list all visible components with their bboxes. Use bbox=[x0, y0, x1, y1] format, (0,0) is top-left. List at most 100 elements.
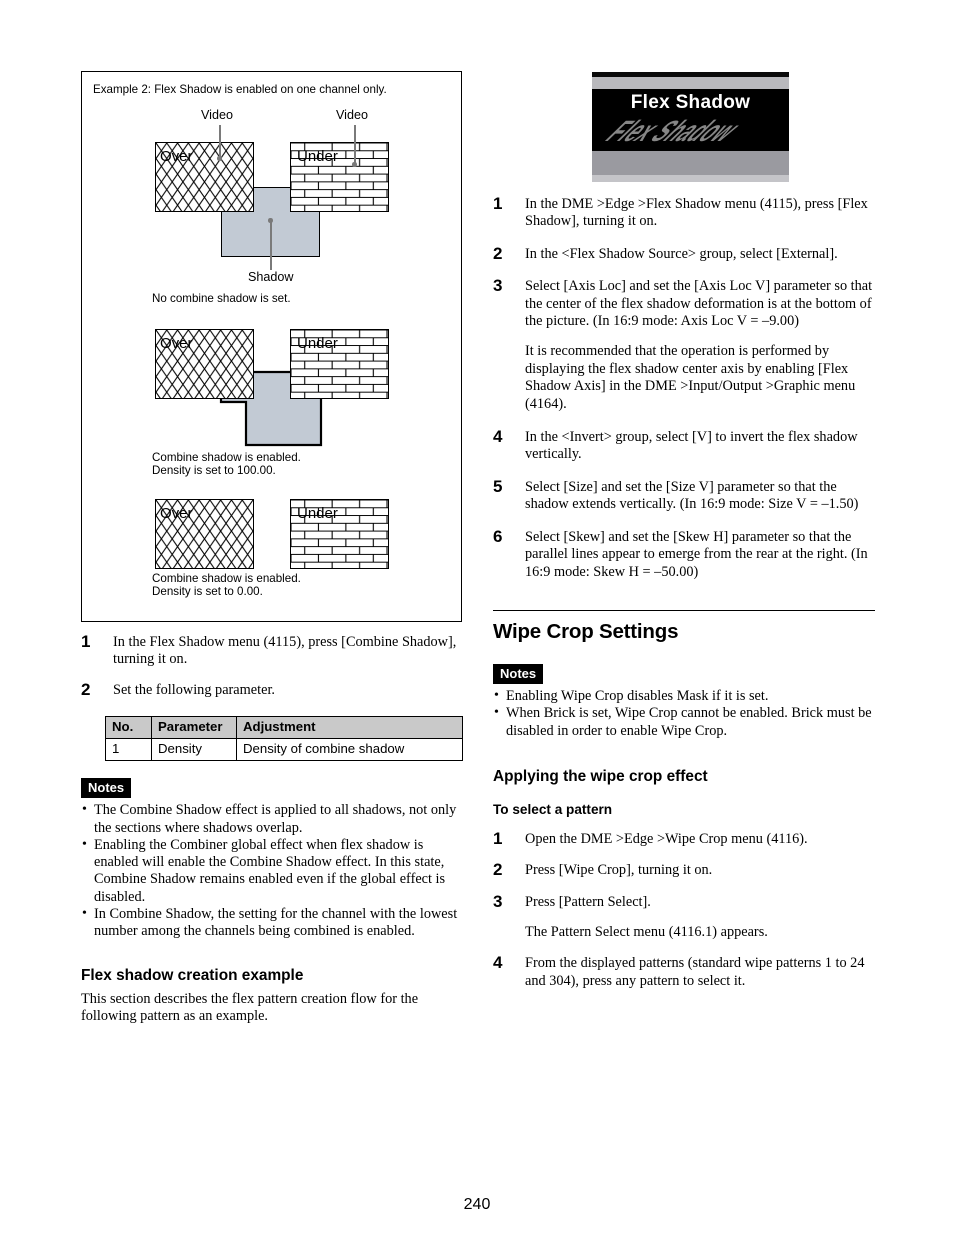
label-over-2: Over bbox=[160, 335, 193, 352]
left-column: 1 In the Flex Shadow menu (4115), press … bbox=[81, 632, 463, 1025]
cell-parameter: Density bbox=[151, 738, 237, 762]
step-paragraph: Press [Wipe Crop], turning it on. bbox=[525, 862, 713, 879]
document-page: Example 2: Flex Shadow is enabled on one… bbox=[0, 0, 954, 1244]
note-item: When Brick is set, Wipe Crop cannot be e… bbox=[493, 704, 875, 740]
heading-wipe-crop-settings: Wipe Crop Settings bbox=[493, 619, 679, 643]
step-right-2: 2 In the <Flex Shadow Source> group, sel… bbox=[493, 243, 875, 263]
label-under-2: Under bbox=[297, 335, 338, 352]
step-text: Press [Pattern Select]. The Pattern Sele… bbox=[525, 894, 875, 942]
pattern-step-4: 4 From the displayed patterns (standard … bbox=[493, 953, 875, 990]
page-number: 240 bbox=[463, 1196, 491, 1213]
step-number: 3 bbox=[493, 891, 503, 911]
step-paragraph: Select [Size] and set the [Size V] param… bbox=[525, 478, 859, 513]
flex-shadow-preview-image: Flex Shadow Flex Shadow bbox=[592, 72, 789, 182]
step-number: 1 bbox=[493, 194, 503, 213]
figure-box: Example 2: Flex Shadow is enabled on one… bbox=[81, 71, 462, 622]
step-text: From the displayed patterns (standard wi… bbox=[525, 955, 875, 990]
leader-line-video-left bbox=[219, 125, 221, 157]
step-paragraph: In the <Invert> group, select [V] to inv… bbox=[525, 429, 858, 463]
note-item: The Combine Shadow effect is applied to … bbox=[81, 801, 463, 837]
preview-band-gray-bottom bbox=[592, 151, 789, 175]
note-item: Enabling Wipe Crop disables Mask if it i… bbox=[493, 687, 875, 705]
step-number: 2 bbox=[81, 679, 91, 699]
leader-line-video-right bbox=[354, 125, 356, 163]
heading-applying-wipe-crop-effect: Applying the wipe crop effect bbox=[493, 767, 708, 785]
step-right-1: 1 In the DME >Edge >Flex Shadow menu (41… bbox=[493, 194, 875, 231]
intro-paragraph: This section describes the flex pattern … bbox=[81, 990, 419, 1024]
label-video-right: Video bbox=[336, 108, 368, 122]
note-item: Enabling the Combiner global effect when… bbox=[81, 836, 463, 906]
notes-block-left: Notes The Combine Shadow effect is appli… bbox=[81, 778, 463, 940]
step-right-3: 3 Select [Axis Loc] and set the [Axis Lo… bbox=[493, 276, 875, 413]
pattern-step-1: 1 Open the DME >Edge >Wipe Crop menu (41… bbox=[493, 828, 875, 848]
label-over-3: Over bbox=[160, 505, 193, 522]
leader-dot-video-left bbox=[217, 156, 222, 161]
step-right-6: 6 Select [Skew] and set the [Skew H] par… bbox=[493, 526, 875, 581]
caption-example-3-line2: Density is set to 0.00. bbox=[152, 585, 263, 598]
heading-to-select-a-pattern: To select a pattern bbox=[493, 801, 613, 817]
step-paragraph: From the displayed patterns (standard wi… bbox=[525, 955, 865, 989]
notes-block-right: Notes Enabling Wipe Crop disables Mask i… bbox=[493, 663, 875, 740]
step-number: 2 bbox=[493, 860, 503, 880]
note-item: In Combine Shadow, the setting for the c… bbox=[81, 905, 463, 941]
preview-band-bottom bbox=[592, 175, 789, 182]
section-divider bbox=[493, 609, 875, 611]
step-paragraph: In the DME >Edge >Flex Shadow menu (4115… bbox=[525, 196, 868, 230]
step-paragraph: The Pattern Select menu (4116.1) appears… bbox=[525, 924, 768, 941]
step-left-1: 1 In the Flex Shadow menu (4115), press … bbox=[81, 632, 463, 669]
step-paragraph: Select [Skew] and set the [Skew H] param… bbox=[525, 528, 868, 580]
step-text: In the <Invert> group, select [V] to inv… bbox=[525, 429, 875, 464]
notes-list: The Combine Shadow effect is applied to … bbox=[81, 801, 463, 941]
parameter-table: No. Parameter Adjustment 1 Density Densi… bbox=[105, 716, 463, 762]
label-video-left: Video bbox=[201, 108, 233, 122]
step-text: Select [Axis Loc] and set the [Axis Loc … bbox=[525, 278, 875, 413]
step-number: 1 bbox=[493, 828, 503, 848]
table-header-row: No. Parameter Adjustment bbox=[105, 716, 463, 740]
pattern-step-3: 3 Press [Pattern Select]. The Pattern Se… bbox=[493, 891, 875, 942]
pattern-step-2: 2 Press [Wipe Crop], turning it on. bbox=[493, 860, 875, 880]
notes-badge: Notes bbox=[493, 663, 544, 684]
label-under-1: Under bbox=[297, 148, 338, 165]
caption-example-3-line1: Combine shadow is enabled. bbox=[152, 572, 301, 585]
step-paragraph: Press [Pattern Select]. bbox=[525, 893, 651, 910]
step-left-2: 2 Set the following parameter. bbox=[81, 679, 463, 699]
label-under-3: Under bbox=[297, 505, 338, 522]
step-paragraph: Open the DME >Edge >Wipe Crop menu (4116… bbox=[525, 830, 808, 847]
notes-badge: Notes bbox=[81, 778, 132, 799]
step-number: 6 bbox=[493, 526, 503, 546]
table-header-parameter: Parameter bbox=[151, 716, 237, 740]
step-text: Select [Skew] and set the [Skew H] param… bbox=[525, 529, 875, 581]
step-right-5: 5 Select [Size] and set the [Size V] par… bbox=[493, 477, 875, 514]
leader-dot-shadow-1 bbox=[268, 218, 273, 223]
step-number: 2 bbox=[493, 243, 503, 263]
step-text: Set the following parameter. bbox=[113, 681, 275, 698]
step-text: Select [Size] and set the [Size V] param… bbox=[525, 479, 875, 514]
step-paragraph: Select [Axis Loc] and set the [Axis Loc … bbox=[525, 278, 873, 330]
step-number: 4 bbox=[493, 953, 503, 973]
leader-dot-video-right bbox=[352, 162, 357, 167]
step-paragraph: It is recommended that the operation is … bbox=[525, 343, 856, 412]
figure-caption: Example 2: Flex Shadow is enabled on one… bbox=[93, 83, 387, 96]
step-right-4: 4 In the <Invert> group, select [V] to i… bbox=[493, 427, 875, 464]
pattern-steps: 1 Open the DME >Edge >Wipe Crop menu (41… bbox=[493, 828, 875, 990]
step-text: In the Flex Shadow menu (4115), press [C… bbox=[113, 634, 457, 668]
step-text: Open the DME >Edge >Wipe Crop menu (4116… bbox=[525, 831, 875, 848]
table-header-no: No. bbox=[105, 716, 152, 740]
step-text: In the DME >Edge >Flex Shadow menu (4115… bbox=[525, 196, 875, 231]
step-number: 3 bbox=[493, 276, 503, 296]
preview-band-gray-top bbox=[592, 77, 789, 89]
leader-line-shadow-1 bbox=[270, 220, 272, 270]
step-paragraph: In the <Flex Shadow Source> group, selec… bbox=[525, 245, 838, 262]
label-shadow-1: Shadow bbox=[248, 270, 294, 284]
preview-title-text: Flex Shadow bbox=[630, 92, 751, 113]
notes-list: Enabling Wipe Crop disables Mask if it i… bbox=[493, 687, 875, 740]
cell-adjustment: Density of combine shadow bbox=[236, 738, 463, 762]
caption-example-1: No combine shadow is set. bbox=[152, 292, 291, 305]
table-row: 1 Density Density of combine shadow bbox=[105, 738, 463, 762]
caption-example-2-line1: Combine shadow is enabled. bbox=[152, 451, 301, 464]
step-text: In the <Flex Shadow Source> group, selec… bbox=[525, 246, 875, 263]
step-number: 1 bbox=[81, 632, 91, 651]
table-header-adjustment: Adjustment bbox=[236, 716, 463, 740]
cell-no: 1 bbox=[105, 738, 152, 762]
step-number: 4 bbox=[493, 427, 503, 447]
